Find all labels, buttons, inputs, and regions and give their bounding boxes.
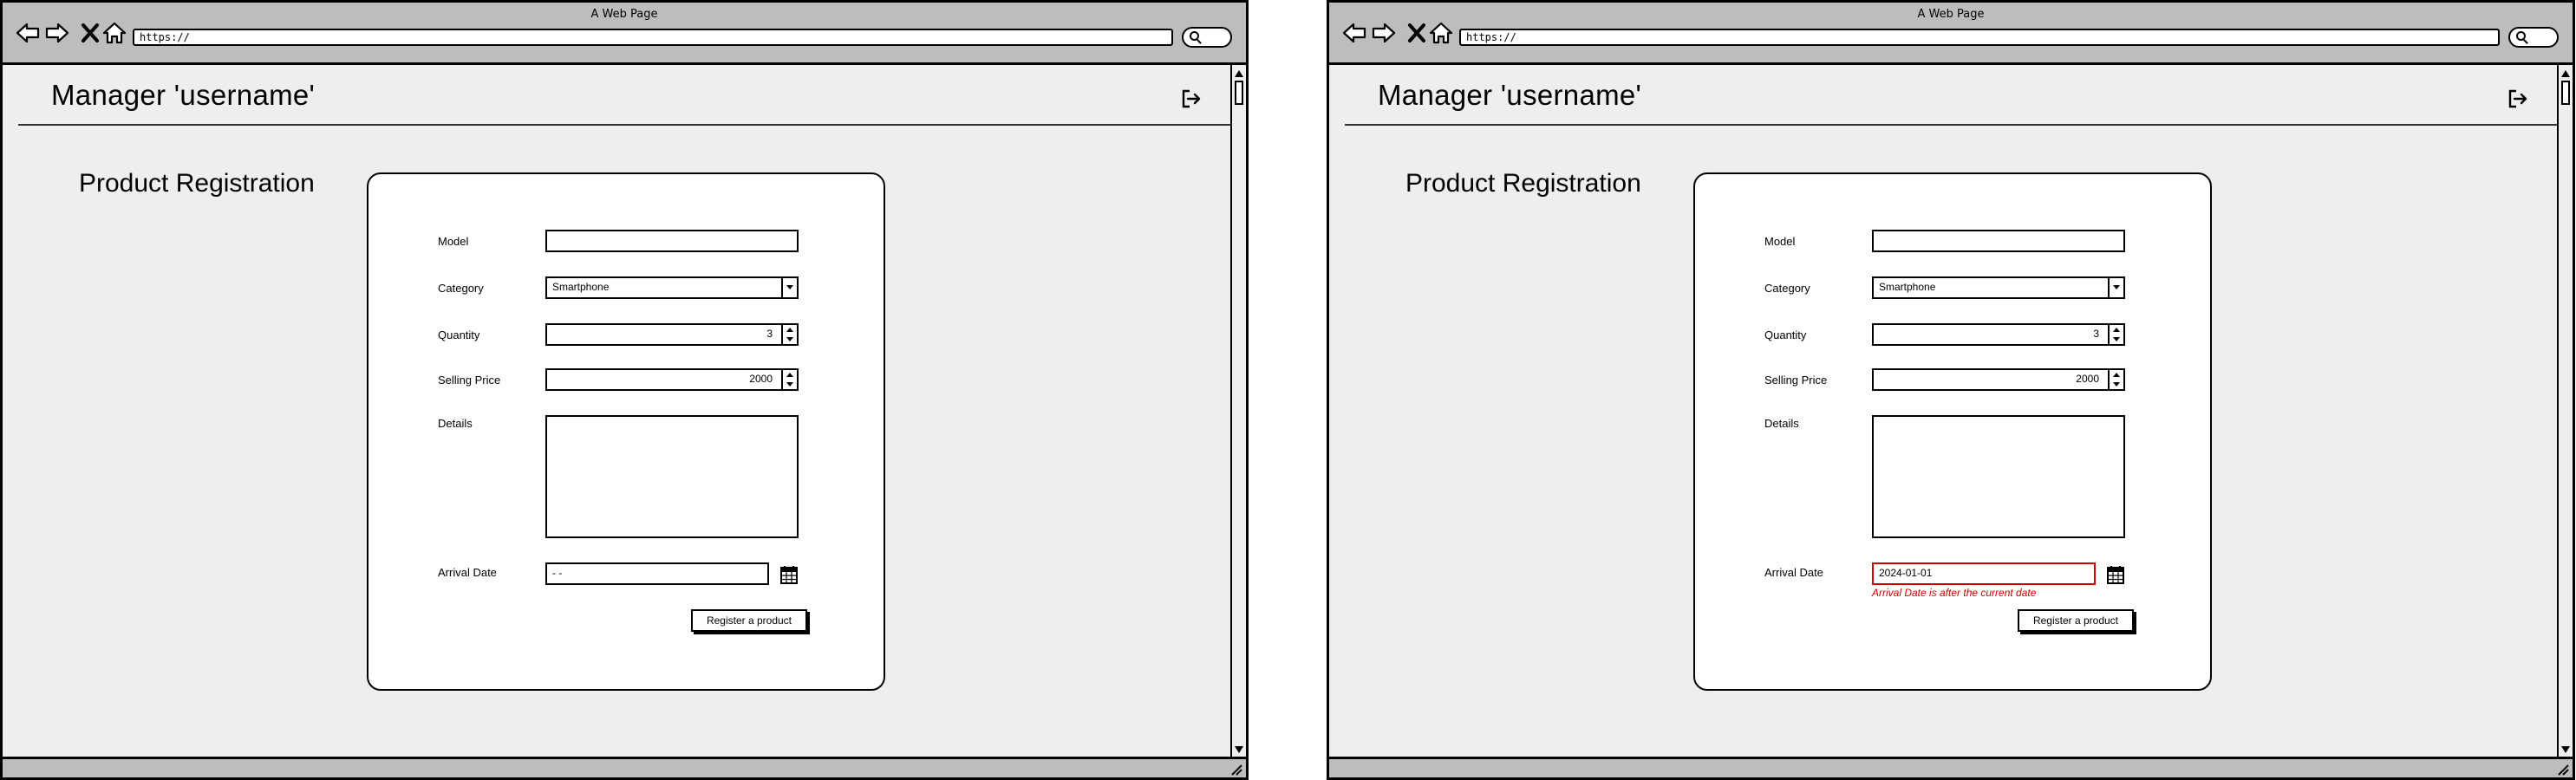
- arrival-date-label: Arrival Date: [1764, 566, 1823, 579]
- category-value: Smartphone: [552, 281, 610, 293]
- arrow-right-icon[interactable]: [44, 20, 70, 46]
- details-label: Details: [438, 417, 473, 430]
- price-stepper[interactable]: 2000: [1872, 368, 2125, 391]
- spinner-icon[interactable]: [781, 370, 797, 389]
- arrow-left-icon[interactable]: [1341, 20, 1367, 46]
- quantity-stepper[interactable]: 3: [1872, 323, 2125, 346]
- scroll-down-icon[interactable]: [2561, 746, 2570, 753]
- url-input[interactable]: https://: [1459, 29, 2500, 46]
- category-value: Smartphone: [1879, 281, 1936, 293]
- quantity-label: Quantity: [438, 328, 480, 341]
- search-icon: [2516, 31, 2526, 41]
- product-registration-form: Model Category Smartphone Quantity 3 Sel…: [367, 172, 885, 691]
- quantity-value: 3: [2093, 328, 2099, 340]
- home-icon[interactable]: [1428, 20, 1454, 46]
- arrival-date-input[interactable]: 2024-01-01: [1872, 562, 2096, 585]
- model-input[interactable]: [545, 230, 799, 252]
- price-label: Selling Price: [1764, 374, 1828, 387]
- category-select[interactable]: Smartphone: [1872, 276, 2125, 299]
- page-heading: Product Registration: [79, 169, 315, 198]
- vertical-scrollbar[interactable]: [1230, 65, 1246, 757]
- details-textarea[interactable]: [1872, 415, 2125, 538]
- chevron-down-icon[interactable]: [2108, 278, 2123, 297]
- header-divider: [18, 124, 1232, 126]
- close-icon[interactable]: [77, 20, 103, 46]
- vertical-scrollbar[interactable]: [2557, 65, 2573, 757]
- browser-window-validation-error: A Web Page https:// Manager 'username' P…: [1327, 0, 2575, 780]
- price-label: Selling Price: [438, 374, 501, 387]
- arrival-date-input[interactable]: - -: [545, 562, 769, 585]
- spinner-icon[interactable]: [2108, 325, 2123, 344]
- page-heading: Product Registration: [1405, 169, 1641, 198]
- quantity-label: Quantity: [1764, 328, 1807, 341]
- chevron-down-icon[interactable]: [781, 278, 797, 297]
- close-icon[interactable]: [1404, 20, 1430, 46]
- calendar-icon[interactable]: [779, 564, 799, 585]
- price-value: 2000: [749, 373, 773, 385]
- arrow-left-icon[interactable]: [15, 20, 41, 46]
- status-bar: [1329, 757, 2573, 777]
- quantity-value: 3: [766, 328, 773, 340]
- price-value: 2000: [2076, 373, 2099, 385]
- page-header-title: Manager 'username': [51, 79, 316, 111]
- register-product-button[interactable]: Register a product: [2018, 609, 2134, 632]
- window-title: A Web Page: [590, 8, 658, 21]
- search-button[interactable]: [1182, 27, 1232, 48]
- search-icon: [1190, 31, 1199, 41]
- scroll-down-icon[interactable]: [1235, 746, 1243, 753]
- calendar-icon[interactable]: [2106, 564, 2125, 585]
- model-label: Model: [1764, 235, 1796, 248]
- browser-toolbar: A Web Page https://: [1329, 3, 2573, 65]
- scroll-thumb[interactable]: [1235, 81, 1243, 105]
- status-bar: [3, 757, 1246, 777]
- logout-icon[interactable]: [1180, 88, 1203, 110]
- product-registration-form: Model Category Smartphone Quantity 3 Sel…: [1693, 172, 2212, 691]
- browser-window-initial: A Web Page https:// Manager 'username' P…: [0, 0, 1249, 780]
- scroll-up-icon[interactable]: [2561, 70, 2570, 77]
- register-product-button[interactable]: Register a product: [691, 609, 807, 632]
- scroll-up-icon[interactable]: [1235, 70, 1243, 77]
- category-select[interactable]: Smartphone: [545, 276, 799, 299]
- arrow-right-icon[interactable]: [1371, 20, 1397, 46]
- model-label: Model: [438, 235, 469, 248]
- details-textarea[interactable]: [545, 415, 799, 538]
- model-input[interactable]: [1872, 230, 2125, 252]
- resize-grip-icon[interactable]: [2555, 762, 2569, 776]
- resize-grip-icon[interactable]: [1229, 762, 1242, 776]
- scroll-thumb[interactable]: [2561, 81, 2570, 105]
- browser-toolbar: A Web Page https://: [3, 3, 1246, 65]
- category-label: Category: [438, 282, 484, 295]
- spinner-icon[interactable]: [2108, 370, 2123, 389]
- arrival-date-label: Arrival Date: [438, 566, 497, 579]
- window-title: A Web Page: [1917, 8, 1985, 21]
- home-icon[interactable]: [101, 20, 127, 46]
- details-label: Details: [1764, 417, 1799, 430]
- quantity-stepper[interactable]: 3: [545, 323, 799, 346]
- header-divider: [1345, 124, 2559, 126]
- page-header-title: Manager 'username': [1378, 79, 1642, 111]
- url-input[interactable]: https://: [133, 29, 1173, 46]
- price-stepper[interactable]: 2000: [545, 368, 799, 391]
- logout-icon[interactable]: [2507, 88, 2529, 110]
- arrival-date-error: Arrival Date is after the current date: [1872, 587, 2037, 599]
- search-button[interactable]: [2508, 27, 2559, 48]
- category-label: Category: [1764, 282, 1810, 295]
- spinner-icon[interactable]: [781, 325, 797, 344]
